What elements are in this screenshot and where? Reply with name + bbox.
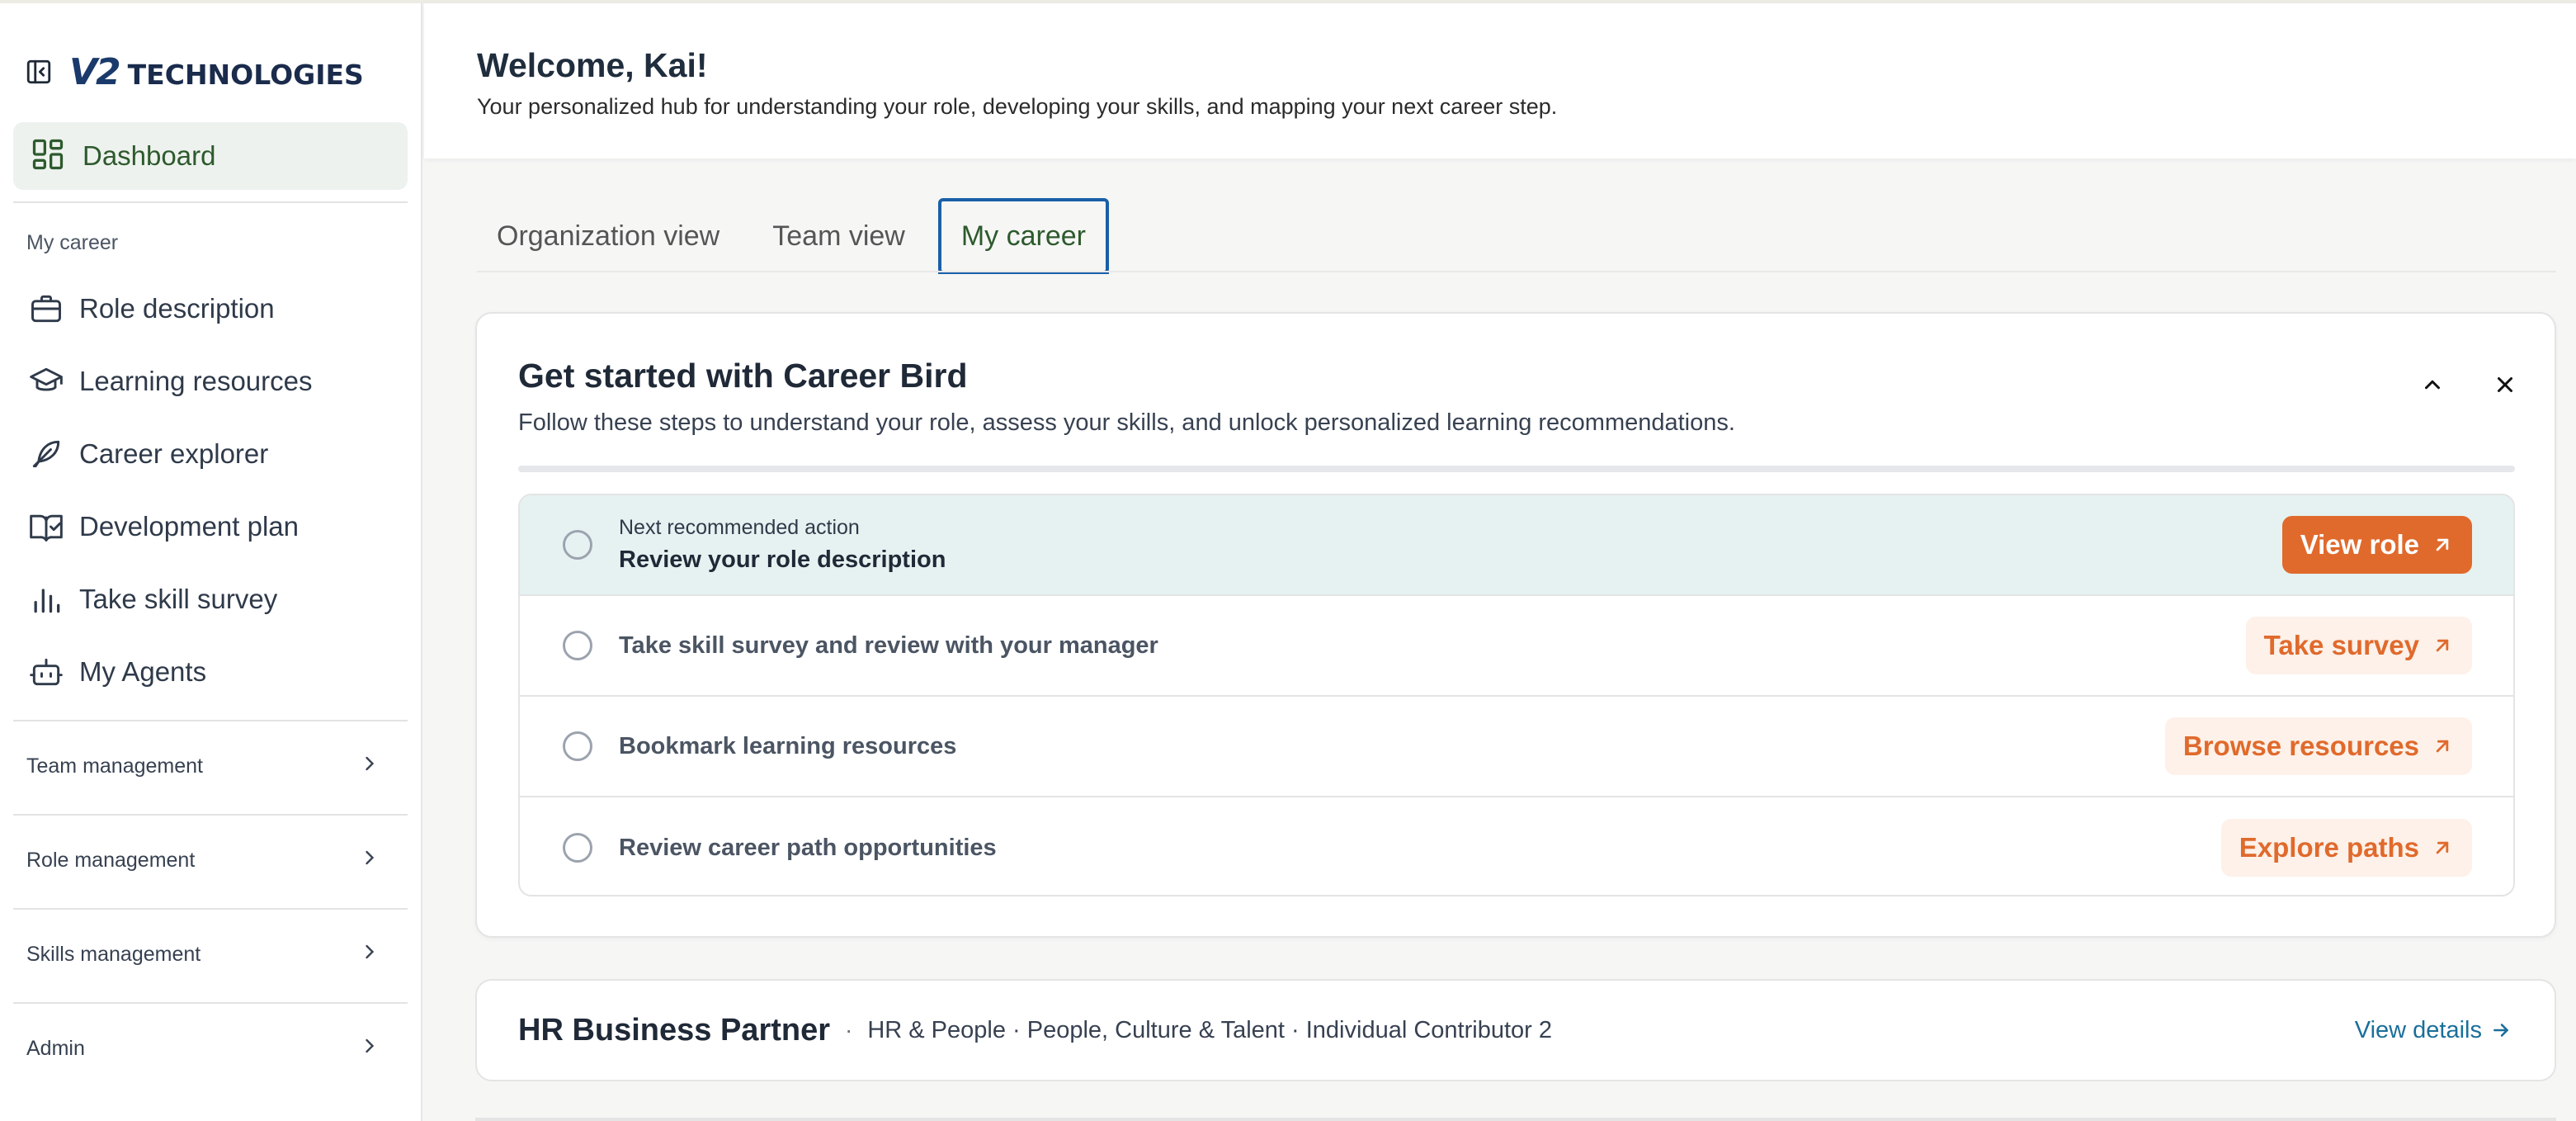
sidebar-item-my-agents[interactable]: My Agents	[26, 647, 206, 697]
sidebar-item-dashboard[interactable]: Dashboard	[13, 122, 408, 190]
sidebar-divider	[13, 908, 408, 910]
step-checkbox[interactable]	[563, 833, 592, 863]
close-card-button[interactable]	[2484, 365, 2526, 408]
sidebar-item-label: Dashboard	[83, 140, 216, 171]
step-career-paths: Review career path opportunities Explore…	[520, 797, 2513, 895]
tab-my-career[interactable]: My career	[937, 198, 1110, 274]
tabs-divider	[477, 271, 2556, 272]
brand: V2 TECHNOLOGIES	[23, 51, 364, 93]
arrow-up-right-icon	[2431, 533, 2454, 556]
sidebar-item-learning-resources[interactable]: Learning resources	[26, 357, 313, 406]
page-subtitle: Your personalized hub for understanding …	[477, 94, 1558, 119]
arrow-up-right-icon	[2431, 735, 2454, 758]
close-icon	[2493, 372, 2517, 401]
company-logo[interactable]: V2 TECHNOLOGIES	[69, 51, 364, 93]
sidebar-item-label: Take skill survey	[79, 584, 278, 614]
sidebar-divider	[13, 814, 408, 816]
step-bookmark-resources: Bookmark learning resources Browse resou…	[520, 697, 2513, 797]
sidebar-group-team-management[interactable]: Team management	[26, 741, 381, 791]
logo-text: TECHNOLOGIES	[127, 58, 364, 91]
collapse-card-button[interactable]	[2411, 365, 2454, 408]
progress-bar	[518, 466, 2515, 472]
step-label: Review career path opportunities	[619, 834, 997, 861]
link-label: View details	[2354, 1016, 2482, 1043]
role-separator: ·	[845, 1017, 853, 1043]
button-label: Browse resources	[2182, 731, 2419, 761]
role-summary-card: HR Business Partner · HR & People · Peop…	[475, 979, 2556, 1081]
sidebar-group-label: Admin	[26, 1036, 85, 1060]
sidebar-group-skills-management[interactable]: Skills management	[26, 929, 381, 979]
briefcase-icon	[26, 289, 66, 329]
step-label: Review your role description	[619, 546, 946, 573]
sidebar-item-label: Learning resources	[79, 366, 313, 396]
page-header: Welcome, Kai! Your personalized hub for …	[424, 3, 2576, 158]
feather-icon	[26, 434, 66, 474]
sidebar-item-label: Career explorer	[79, 438, 269, 469]
sidebar-group-label: Team management	[26, 754, 204, 778]
step-skill-survey: Take skill survey and review with your m…	[520, 596, 2513, 697]
sidebar-group-label: Skills management	[26, 942, 201, 966]
card-subtitle: Follow these steps to understand your ro…	[518, 409, 1735, 436]
sidebar-item-label: Development plan	[79, 511, 299, 542]
sidebar-item-take-skill-survey[interactable]: Take skill survey	[26, 575, 277, 624]
sidebar-item-career-explorer[interactable]: Career explorer	[26, 429, 268, 479]
explore-paths-button[interactable]: Explore paths	[2220, 819, 2472, 877]
chevron-right-icon	[358, 1034, 381, 1063]
sidebar-divider	[13, 720, 408, 721]
graduation-cap-icon	[26, 362, 66, 401]
step-checkbox[interactable]	[563, 631, 592, 660]
next-card-edge	[475, 1118, 2556, 1121]
sidebar-item-role-description[interactable]: Role description	[26, 284, 275, 333]
sidebar-divider	[13, 1002, 408, 1004]
sidebar-item-label: Role description	[79, 293, 275, 324]
dashboard-icon	[30, 136, 66, 177]
browse-resources-button[interactable]: Browse resources	[2164, 717, 2472, 775]
logo-mark: V2	[69, 50, 121, 93]
tab-organization-view[interactable]: Organization view	[477, 198, 739, 274]
bar-chart-icon	[26, 579, 66, 619]
sidebar-collapse-icon[interactable]	[23, 56, 54, 88]
book-check-icon	[26, 507, 66, 546]
take-survey-button[interactable]: Take survey	[2245, 617, 2472, 674]
role-title: HR Business Partner	[518, 1012, 831, 1048]
bot-icon	[26, 652, 66, 692]
view-details-link[interactable]: View details	[2355, 1017, 2512, 1044]
arrow-up-right-icon	[2431, 634, 2454, 657]
view-tabs: Organization view Team view My career	[477, 198, 1122, 274]
role-meta: HR & People · People, Culture & Talent ·…	[867, 1016, 1552, 1043]
chevron-up-icon	[2420, 372, 2445, 401]
button-label: Take survey	[2263, 630, 2419, 660]
step-review-role: Next recommended action Review your role…	[520, 495, 2513, 596]
getting-started-card: Get started with Career Bird Follow thes…	[475, 312, 2556, 938]
sidebar-group-label: Role management	[26, 848, 196, 872]
sidebar-item-development-plan[interactable]: Development plan	[26, 502, 299, 551]
button-label: Explore paths	[2239, 832, 2419, 863]
tab-team-view[interactable]: Team view	[753, 198, 925, 274]
step-kicker: Next recommended action	[619, 516, 860, 539]
sidebar: V2 TECHNOLOGIES Dashboard My career Role…	[0, 3, 422, 1121]
sidebar-group-role-management[interactable]: Role management	[26, 835, 381, 885]
steps-list: Next recommended action Review your role…	[518, 494, 2515, 896]
chevron-right-icon	[358, 752, 381, 781]
card-title: Get started with Career Bird	[518, 357, 968, 395]
chevron-right-icon	[358, 940, 381, 969]
view-role-button[interactable]: View role	[2281, 516, 2472, 574]
sidebar-group-admin[interactable]: Admin	[26, 1024, 381, 1073]
arrow-right-icon	[2490, 1019, 2512, 1041]
sidebar-section-label: My career	[26, 231, 119, 254]
step-label: Take skill survey and review with your m…	[619, 631, 1158, 659]
step-label: Bookmark learning resources	[619, 732, 957, 759]
page-title: Welcome, Kai!	[477, 46, 708, 84]
step-checkbox[interactable]	[563, 731, 592, 761]
sidebar-item-label: My Agents	[79, 656, 207, 687]
chevron-right-icon	[358, 846, 381, 875]
step-checkbox[interactable]	[563, 530, 592, 560]
arrow-up-right-icon	[2431, 836, 2454, 859]
button-label: View role	[2300, 529, 2419, 560]
sidebar-divider	[13, 201, 408, 203]
